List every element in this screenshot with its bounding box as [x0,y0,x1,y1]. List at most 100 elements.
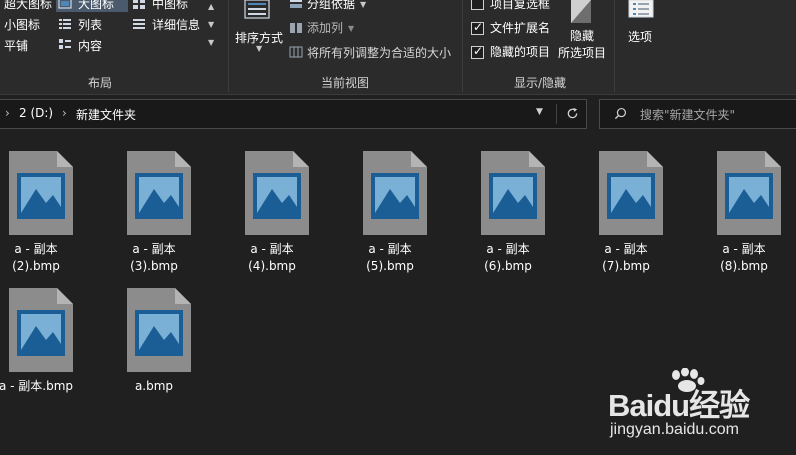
size-columns-icon [289,46,303,58]
details-icon [133,19,145,29]
file-extensions-label[interactable]: 文件扩展名 [490,21,550,35]
bmp-file-icon [599,151,663,235]
layout-medium-icons[interactable]: 中图标 [152,0,188,11]
file-name: a - 副本 (6).bmp [452,241,564,275]
file-name-line1: a - 副本.bmp [0,379,74,393]
layout-scroll-up[interactable]: ▲ [208,2,214,11]
layout-group-label: 布局 [87,76,112,90]
layout-expand[interactable]: ▼ [208,38,214,47]
search-input[interactable]: 搜索"新建文件夹" [640,106,735,123]
layout-scroll-down[interactable]: ▼ [208,20,214,29]
address-bar[interactable]: › 2 (D:) › 新建文件夹 ▼ [0,99,587,129]
item-checkboxes-checkbox[interactable] [471,0,484,10]
file-name-line1: a - 副本 [722,242,766,256]
group-divider [614,0,615,92]
file-name-line1: a - 副本 [250,242,294,256]
ribbon: 超大图标 大图标 中图标 小图标 列表 详细信息 平铺 内容 ▲ ▼ ▼ 布局 … [0,0,796,95]
file-name: a - 副本 (7).bmp [570,241,682,275]
hide-selected-icon [571,0,591,23]
file-item[interactable]: a - 副本 (6).bmp [452,151,564,276]
file-name-line2: (5).bmp [366,259,414,273]
sort-by-label: 排序方式 [235,31,284,45]
file-item[interactable]: a - 副本 (8).bmp [688,151,796,276]
hidden-items-label[interactable]: 隐藏的项目 [490,45,550,59]
file-name-line1: a - 副本 [604,242,648,256]
breadcrumb-folder[interactable]: 新建文件夹 [76,106,136,123]
file-name-line2: (2).bmp [12,259,60,273]
file-name-line1: a - 副本 [14,242,58,256]
layout-extra-large-icons[interactable]: 超大图标 [4,0,52,11]
path-separator[interactable]: › [62,106,67,120]
search-box[interactable]: 搜索"新建文件夹" [599,99,796,129]
file-name: a - 副本 (8).bmp [688,241,796,275]
hide-selected-line2: 所选项目 [558,46,607,60]
file-name: a - 副本 (3).bmp [98,241,210,275]
options-icon [628,0,654,18]
bmp-file-icon [9,151,73,235]
divider [556,104,557,124]
file-extensions-checkbox[interactable] [471,20,484,35]
baidu-watermark: Baidu经验 jingyan.baidu.com [608,368,796,440]
hidden-items-checkbox[interactable] [471,44,484,59]
layout-tiles[interactable]: 平铺 [4,39,28,53]
options-label: 选项 [628,30,653,44]
chevron-down-icon[interactable]: ▼ [536,107,543,117]
group-by-icon [290,0,302,8]
layout-details[interactable]: 详细信息 [152,18,200,32]
item-checkboxes-label[interactable]: 项目复选框 [490,0,550,11]
file-item[interactable]: a - 副本 (3).bmp [98,151,210,276]
file-name: a - 副本.bmp [0,378,92,395]
size-all-columns-button[interactable]: 将所有列调整为合适的大小 [307,46,451,60]
file-name-line1: a - 副本 [486,242,530,256]
file-item[interactable]: a.bmp [98,288,210,413]
bmp-file-icon [245,151,309,235]
file-name-line2: (6).bmp [484,259,532,273]
bmp-file-icon [363,151,427,235]
add-columns-icon [290,23,302,33]
sort-icon [244,0,270,19]
add-columns-button[interactable]: 添加列 [307,21,343,35]
list-icon [59,19,71,29]
group-by-button[interactable]: 分组依据 [307,0,355,11]
search-icon [614,107,627,120]
file-item[interactable]: a - 副本 (5).bmp [334,151,446,276]
refresh-icon[interactable] [566,107,579,120]
file-name-line2: (8).bmp [720,259,768,273]
bmp-file-icon [481,151,545,235]
file-item[interactable]: a - 副本.bmp [0,288,92,413]
file-name-line2: (3).bmp [130,259,178,273]
file-item[interactable]: a - 副本 (2).bmp [0,151,92,276]
file-name: a.bmp [98,378,210,395]
bmp-file-icon [127,288,191,372]
large-icons-icon [58,0,72,9]
medium-icons-icon [133,0,145,9]
bmp-file-icon [717,151,781,235]
file-name: a - 副本 (4).bmp [216,241,328,275]
chevron-down-icon: ▼ [360,0,367,9]
file-name-line1: a - 副本 [368,242,412,256]
bmp-file-icon [9,288,73,372]
hide-selected-line1: 隐藏 [570,29,595,43]
file-name-line1: a - 副本 [132,242,176,256]
breadcrumb-drive[interactable]: 2 (D:) [19,106,53,120]
file-name: a - 副本 (2).bmp [0,241,92,275]
group-divider [462,0,463,92]
file-name-line1: a.bmp [134,379,174,393]
show-hide-group-label: 显示/隐藏 [513,76,567,90]
watermark-url: jingyan.baidu.com [610,421,739,438]
chevron-down-icon: ▼ [348,24,355,33]
chevron-down-icon: ▼ [256,44,263,53]
group-divider [228,0,229,92]
file-name: a - 副本 (5).bmp [334,241,446,275]
layout-small-icons[interactable]: 小图标 [4,18,40,32]
layout-large-icons[interactable]: 大图标 [78,0,114,11]
file-name-line2: (4).bmp [248,259,296,273]
layout-list[interactable]: 列表 [78,18,102,32]
layout-content[interactable]: 内容 [78,39,102,53]
watermark-brand: Baidu经验 [608,388,750,423]
file-item[interactable]: a - 副本 (4).bmp [216,151,328,276]
file-name-line2: (7).bmp [602,259,650,273]
content-icon [59,39,71,49]
path-separator[interactable]: › [5,106,10,120]
file-item[interactable]: a - 副本 (7).bmp [570,151,682,276]
